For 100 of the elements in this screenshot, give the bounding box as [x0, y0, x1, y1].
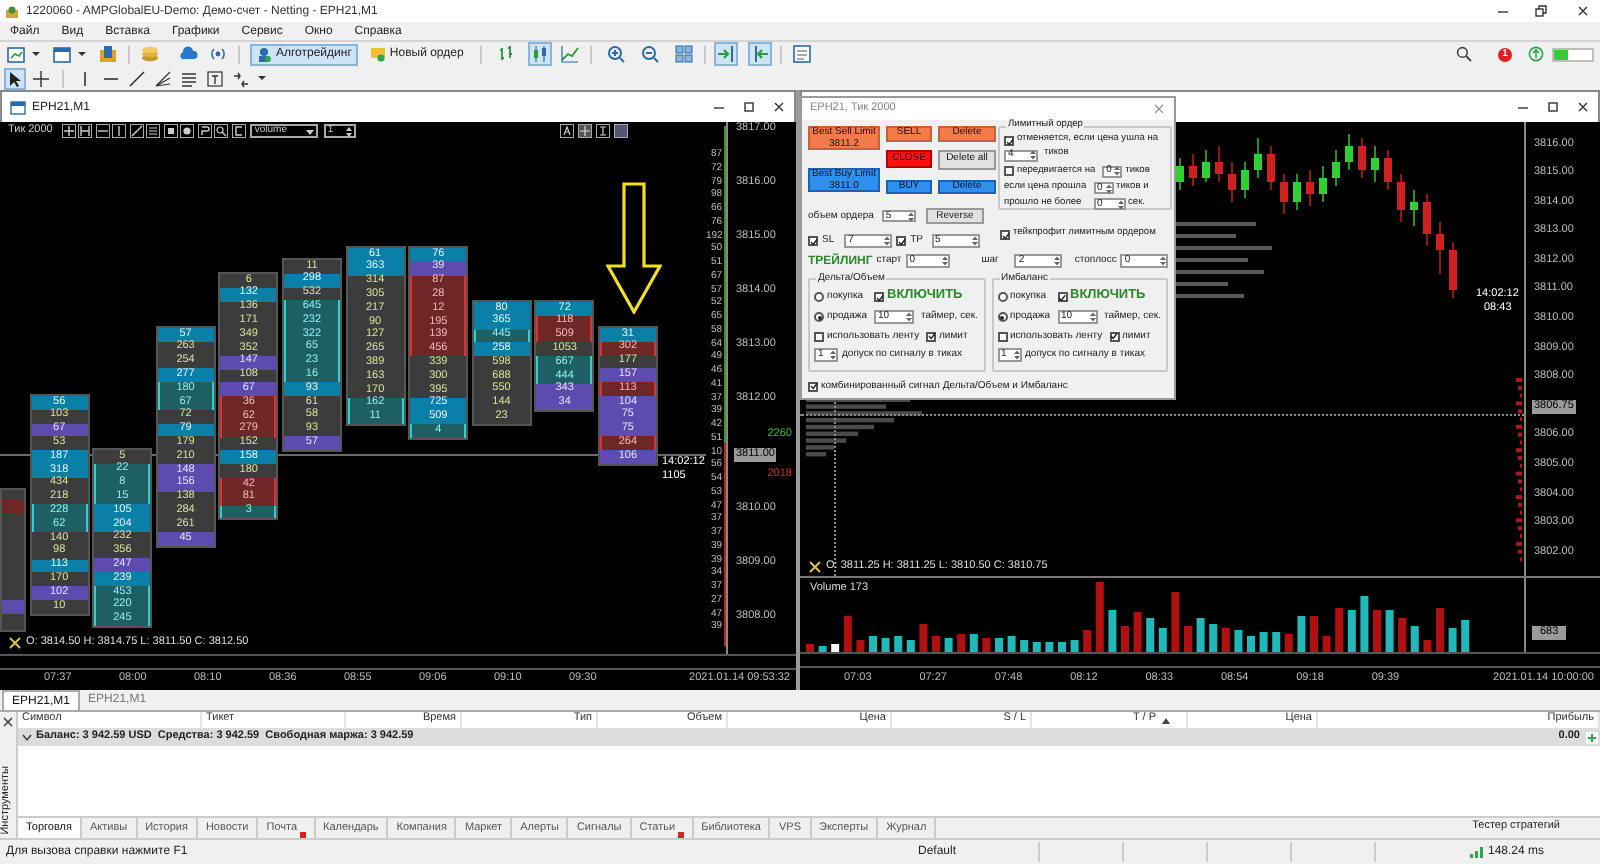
- caret-icon[interactable]: [78, 50, 86, 58]
- candle: [1202, 149, 1210, 183]
- checkbox[interactable]: [1109, 331, 1119, 341]
- h-bar-icon[interactable]: [78, 124, 93, 138]
- window-icon[interactable]: [52, 44, 72, 64]
- spinner-icon[interactable]: [907, 211, 914, 221]
- spinner-icon[interactable]: [941, 256, 948, 266]
- candle: [1358, 137, 1366, 179]
- radio-button[interactable]: [814, 312, 824, 322]
- scrollbar-track[interactable]: [0, 654, 796, 670]
- radio-button[interactable]: [997, 312, 1007, 322]
- down-arrow-icon: [606, 182, 662, 314]
- spinner-icon[interactable]: [1013, 350, 1019, 360]
- cloud-icon[interactable]: [178, 44, 198, 64]
- search-icon[interactable]: [1456, 46, 1472, 62]
- square-icon[interactable]: [163, 124, 178, 138]
- checkbox[interactable]: [1004, 136, 1014, 146]
- dot-icon[interactable]: [180, 124, 195, 138]
- close-icon[interactable]: [1576, 100, 1590, 114]
- candle: [1280, 173, 1288, 215]
- spinner-icon[interactable]: [1089, 312, 1095, 322]
- spinner-icon[interactable]: [906, 312, 912, 322]
- tools-icon: [8, 636, 22, 650]
- spinner-icon[interactable]: [1054, 256, 1061, 266]
- checkbox[interactable]: [1004, 166, 1014, 177]
- spinner-icon[interactable]: [1160, 256, 1167, 266]
- crosshair-icon[interactable]: [32, 69, 50, 87]
- zoom-out-icon[interactable]: [639, 44, 660, 64]
- spinner-icon[interactable]: [1114, 166, 1121, 177]
- checkbox[interactable]: [808, 236, 818, 246]
- robot-icon: [256, 46, 272, 62]
- maximize-icon[interactable]: [742, 100, 756, 114]
- candle: [1371, 145, 1379, 183]
- magnifier-icon[interactable]: [214, 124, 229, 138]
- fan-lines-icon[interactable]: [154, 69, 172, 87]
- caret-icon[interactable]: [258, 74, 266, 82]
- close-icon[interactable]: [2, 716, 14, 728]
- candle: [1423, 193, 1431, 247]
- checkbox[interactable]: [1057, 292, 1067, 302]
- close-icon[interactable]: [1576, 4, 1590, 18]
- candle: [1241, 161, 1249, 199]
- dash-icon[interactable]: [95, 124, 110, 138]
- caret-icon[interactable]: [32, 50, 40, 58]
- line-chart-icon[interactable]: [559, 44, 580, 64]
- zoom-in-icon[interactable]: [605, 44, 626, 64]
- cursor-icon[interactable]: [6, 69, 24, 87]
- candle: [1306, 169, 1314, 207]
- checkbox[interactable]: [814, 331, 824, 341]
- briefcase-icon[interactable]: [98, 44, 118, 64]
- new-chart-icon[interactable]: [6, 44, 26, 64]
- candle: [1384, 149, 1392, 191]
- arrows-icon[interactable]: [232, 69, 250, 87]
- upload-icon[interactable]: [1528, 46, 1544, 62]
- spinner-icon[interactable]: [884, 236, 891, 246]
- bracket-box-icon[interactable]: [596, 124, 610, 138]
- checkbox[interactable]: [1000, 230, 1010, 240]
- candle: [1254, 137, 1262, 179]
- bracket-icon[interactable]: [231, 124, 246, 138]
- bar-chart-icon[interactable]: [495, 44, 516, 64]
- text-box-icon[interactable]: [206, 69, 224, 87]
- stacked-lines-icon[interactable]: [180, 69, 198, 87]
- maximize-icon[interactable]: [1546, 100, 1560, 114]
- checkbox[interactable]: [874, 292, 884, 302]
- chart-window-icon: [10, 99, 26, 115]
- checkbox[interactable]: [926, 331, 936, 341]
- checkbox[interactable]: [808, 381, 818, 391]
- candle: [1397, 173, 1405, 223]
- spinner-icon[interactable]: [1105, 183, 1111, 194]
- radio-button[interactable]: [814, 292, 824, 302]
- vertical-bar-icon[interactable]: [112, 124, 127, 138]
- tile-windows-icon[interactable]: [673, 44, 694, 64]
- restore-icon[interactable]: [1534, 4, 1548, 18]
- close-icon[interactable]: [772, 100, 786, 114]
- candlestick-icon[interactable]: [529, 44, 550, 64]
- spinner-icon[interactable]: [1030, 150, 1036, 161]
- checkbox[interactable]: [997, 331, 1007, 341]
- footprint-column: [0, 488, 26, 632]
- candle: [1215, 145, 1223, 183]
- scrollbar-track[interactable]: [800, 652, 1600, 668]
- radio-button[interactable]: [997, 292, 1007, 302]
- spinner-icon[interactable]: [971, 236, 978, 246]
- spinner-icon[interactable]: [830, 350, 836, 360]
- slash-icon[interactable]: [129, 124, 144, 138]
- spinner-icon[interactable]: [345, 125, 352, 137]
- letter-box-icon[interactable]: [560, 124, 574, 138]
- arrow-to-line-icon[interactable]: [715, 44, 736, 64]
- order-icon: [369, 46, 386, 62]
- plus-icon[interactable]: [61, 124, 76, 138]
- lines-icon[interactable]: [146, 124, 161, 138]
- candle: [1293, 173, 1301, 211]
- candle: [1449, 241, 1457, 299]
- spinner-icon[interactable]: [1117, 199, 1123, 210]
- sort-arrow-icon: [1162, 717, 1170, 723]
- checkbox[interactable]: [896, 236, 907, 246]
- properties-icon[interactable]: [791, 44, 812, 64]
- app-icon: [4, 3, 20, 19]
- candle: [1176, 157, 1184, 191]
- chevron-icon[interactable]: [22, 734, 32, 742]
- trend-line-icon[interactable]: [128, 69, 146, 87]
- broadcast-icon[interactable]: [208, 44, 228, 64]
